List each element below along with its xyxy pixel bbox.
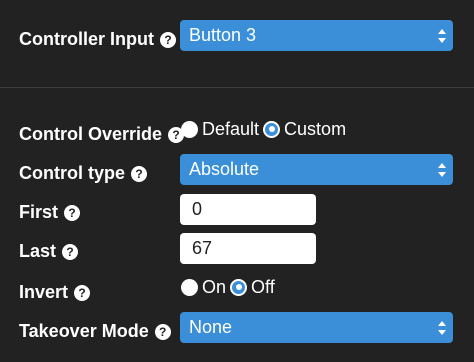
select-arrows-icon bbox=[438, 320, 446, 335]
takeover-mode-select[interactable]: None bbox=[180, 312, 453, 343]
help-icon[interactable]: ? bbox=[131, 165, 147, 182]
control-type-value: Absolute bbox=[189, 159, 260, 179]
invert-label-text: Invert bbox=[19, 282, 69, 302]
help-icon[interactable]: ? bbox=[159, 31, 176, 48]
radio-unchecked-icon[interactable] bbox=[181, 278, 198, 296]
controller-input-label-text: Controller Input bbox=[19, 29, 154, 49]
first-input[interactable]: 0 bbox=[180, 194, 316, 225]
radio-checked-icon[interactable] bbox=[263, 120, 281, 138]
invert-off-option[interactable]: Off bbox=[230, 277, 275, 298]
control-override-label-text: Control Override bbox=[19, 124, 163, 144]
control-type-label-text: Control type bbox=[19, 163, 125, 183]
section-divider bbox=[0, 87, 474, 88]
control-override-custom-option[interactable]: Custom bbox=[263, 119, 346, 140]
first-label-text: First bbox=[19, 202, 59, 222]
last-input[interactable]: 67 bbox=[180, 233, 316, 264]
select-arrows-icon bbox=[438, 28, 446, 43]
invert-on-label: On bbox=[202, 276, 227, 297]
takeover-mode-label: Takeover Mode ? bbox=[19, 321, 171, 342]
control-override-default-label: Default bbox=[202, 118, 260, 139]
select-arrows-icon bbox=[438, 162, 446, 177]
control-override-default-option[interactable]: Default bbox=[181, 119, 259, 140]
invert-on-option[interactable]: On bbox=[181, 277, 226, 298]
controller-input-label: Controller Input ? bbox=[19, 29, 176, 50]
control-type-select[interactable]: Absolute bbox=[180, 154, 453, 185]
help-icon[interactable]: ? bbox=[74, 284, 91, 301]
takeover-mode-label-text: Takeover Mode bbox=[19, 321, 149, 341]
radio-checked-icon[interactable] bbox=[230, 278, 248, 296]
help-icon[interactable]: ? bbox=[154, 323, 171, 340]
last-label-text: Last bbox=[19, 241, 57, 261]
radio-unchecked-icon[interactable] bbox=[181, 120, 198, 138]
last-label: Last ? bbox=[19, 241, 79, 262]
first-label: First ? bbox=[19, 202, 81, 223]
invert-label: Invert ? bbox=[19, 282, 91, 303]
help-icon[interactable]: ? bbox=[62, 243, 79, 260]
invert-off-label: Off bbox=[251, 276, 275, 297]
invert-radio-group: On Off bbox=[181, 276, 279, 298]
control-override-custom-label: Custom bbox=[284, 118, 347, 139]
control-override-radio-group: Default Custom bbox=[181, 118, 350, 140]
controller-input-value: Button 3 bbox=[189, 25, 257, 45]
control-override-label: Control Override ? bbox=[19, 124, 185, 145]
help-icon[interactable]: ? bbox=[64, 204, 81, 221]
control-type-label: Control type ? bbox=[19, 163, 147, 184]
takeover-mode-value: None bbox=[189, 317, 233, 337]
controller-input-select[interactable]: Button 3 bbox=[180, 20, 453, 51]
